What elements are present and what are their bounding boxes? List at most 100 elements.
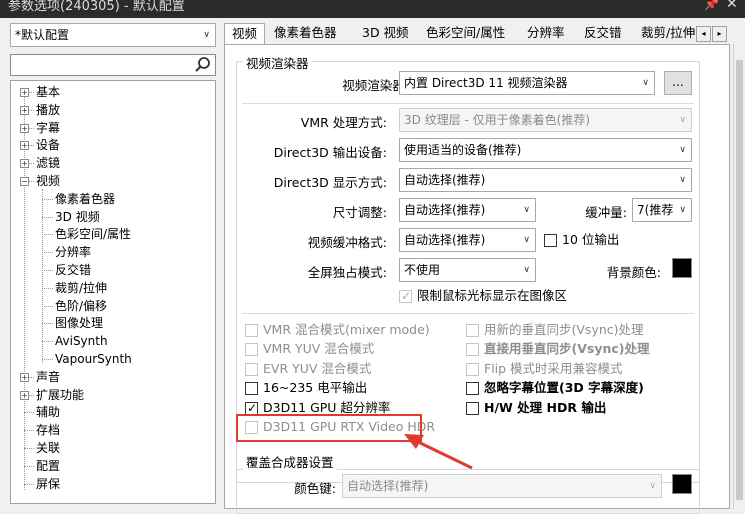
fullscreen-select[interactable]: 不使用 ∨ [399,258,536,282]
checkbox-box[interactable] [245,362,258,376]
checkbox-label: Flip 模式时采用兼容模式 [484,360,623,376]
vmr-select-value: 3D 纹理层 - 仅用于像素着色(推荐) [404,113,591,127]
tree-item[interactable]: 滤镜 [36,154,60,172]
tree-item[interactable]: 像素着色器 [55,190,115,208]
tab-crop-stretch[interactable]: 裁剪/拉伸 [634,23,702,45]
tree-item-label: 存档 [36,423,61,438]
buffer-select[interactable]: 7(推荐 ∨ [632,198,692,222]
tree-item[interactable]: 声音 [36,368,60,386]
tree-item-label: 关联 [36,441,61,455]
collapse-icon[interactable]: − [20,177,29,186]
tree-item-label: 反交错 [55,263,92,277]
checkbox-label: VMR YUV 混合模式 [263,341,375,357]
expand-icon[interactable]: + [20,372,29,382]
tab-next-button[interactable]: ▸ [712,26,727,42]
chevron-down-icon: ∨ [679,205,686,215]
tree-item[interactable]: 存档 [36,421,60,439]
renderer-select[interactable]: 内置 Direct3D 11 视频渲染器 ∨ [399,71,655,95]
cursor-limit-checkbox-box[interactable] [399,287,412,305]
chevron-down-icon: ∨ [679,115,686,125]
tree-item-label: 像素着色器 [55,191,116,206]
expand-icon[interactable]: + [20,105,29,115]
tree-item[interactable]: 视频 [36,172,60,190]
tenbit-checkbox-box[interactable] [544,234,557,247]
expand-icon[interactable]: + [20,159,29,169]
tree-item[interactable]: VapourSynth [55,350,132,368]
color-key-swatch[interactable] [672,474,692,494]
expand-icon[interactable]: + [20,88,29,97]
checkbox-label: 16~235 电平输出 [263,380,368,396]
tree-item-label: 滤镜 [36,156,61,171]
checkbox-box[interactable] [245,324,258,337]
checkbox-box[interactable] [245,343,258,357]
tab-deinterlace[interactable]: 反交错 [577,23,629,45]
tree-item[interactable]: 配置 [36,457,60,475]
checkbox-box[interactable] [466,362,479,376]
profile-select-value: *默认配置 [15,28,70,42]
d3d-display-select-value: 自动选择(推荐) [404,173,486,187]
buffer-label: 缓冲量: [585,205,627,220]
checkbox-box[interactable] [466,401,479,415]
checkbox-box[interactable] [466,343,479,357]
tree-item-label: 扩展功能 [36,387,85,402]
tree-item[interactable]: 色彩空间/属性 [55,225,131,243]
scrollbar-thumb[interactable] [736,60,743,500]
d3d-display-select[interactable]: 自动选择(推荐) ∨ [399,168,692,192]
d3d-device-select[interactable]: 使用适当的设备(推荐) ∨ [399,138,692,162]
tree-item[interactable]: AviSynth [55,332,108,350]
checkbox-label: EVR YUV 混合模式 [263,360,372,376]
close-icon[interactable]: ✕ [726,0,738,12]
tab-prev-button[interactable]: ◂ [696,26,711,42]
pin-icon[interactable]: 📌 [704,0,719,11]
tab-resolution[interactable]: 分辨率 [520,23,572,45]
tree-item[interactable]: 字幕 [36,119,60,137]
tree-item[interactable]: 反交错 [55,261,91,279]
tab-pixel-shader[interactable]: 像素着色器 [267,23,344,45]
profile-select[interactable]: *默认配置 ∨ [10,23,216,47]
expand-icon[interactable]: + [20,390,29,400]
tree-item[interactable]: 扩展功能 [36,386,84,404]
chevron-down-icon: ∨ [649,481,656,491]
vmr-select[interactable]: 3D 纹理层 - 仅用于像素着色(推荐) ∨ [399,108,692,132]
renderer-more-button[interactable]: ... [664,71,692,95]
tree-item[interactable]: 基本 [36,83,60,101]
color-key-select[interactable]: 自动选择(推荐) ∨ [342,474,662,498]
expand-icon[interactable]: + [20,123,29,133]
checkbox-label: 忽略字幕位置(3D 字幕深度) [484,380,644,396]
checkbox-box[interactable] [245,382,258,396]
tree-item[interactable]: 3D 视频 [55,208,100,226]
tree-item[interactable]: 播放 [36,101,60,119]
tree-item[interactable]: 图像处理 [55,314,103,332]
d3d-display-label: Direct3D 显示方式: [273,175,387,190]
resize-select[interactable]: 自动选择(推荐) ∨ [399,198,536,222]
checkbox-box[interactable] [466,382,479,396]
chevron-down-icon: ∨ [203,30,210,40]
d3d-device-select-value: 使用适当的设备(推荐) [404,143,522,157]
tab-color-space[interactable]: 色彩空间/属性 [419,23,512,45]
tab-video[interactable]: 视频 [224,23,266,46]
tree-item[interactable]: 裁剪/拉伸 [55,279,107,297]
tree-item-label: 屏保 [36,476,61,491]
search-input[interactable] [10,54,216,76]
tree-item[interactable]: 色阶/偏移 [55,297,107,315]
checkbox-box[interactable] [245,399,258,417]
tree-item[interactable]: 分辨率 [55,243,91,261]
search-icon[interactable] [194,56,212,74]
tree-item[interactable]: 关联 [36,439,60,457]
tree-item[interactable]: 设备 [36,136,60,154]
bgcolor-swatch[interactable] [672,258,692,278]
chevron-down-icon: ∨ [642,78,649,88]
expand-icon[interactable]: + [20,141,29,151]
tree-item[interactable]: 辅助 [36,403,60,421]
checkbox-box[interactable] [466,324,479,337]
tree-item-label: AviSynth [55,334,108,349]
chevron-down-icon: ∨ [523,265,530,275]
tree-item-label: 设备 [36,138,61,153]
color-key-select-value: 自动选择(推荐) [347,479,429,493]
resize-label: 尺寸调整: [332,205,387,220]
tree-item[interactable]: 屏保 [36,475,60,493]
buffer-format-select[interactable]: 自动选择(推荐) ∨ [399,228,536,252]
tab-3d-video[interactable]: 3D 视频 [355,23,416,45]
tree-item-label: 字幕 [36,120,61,135]
title-bar: 参数选项(240305) - 默认配置 📌 ✕ [0,0,745,18]
